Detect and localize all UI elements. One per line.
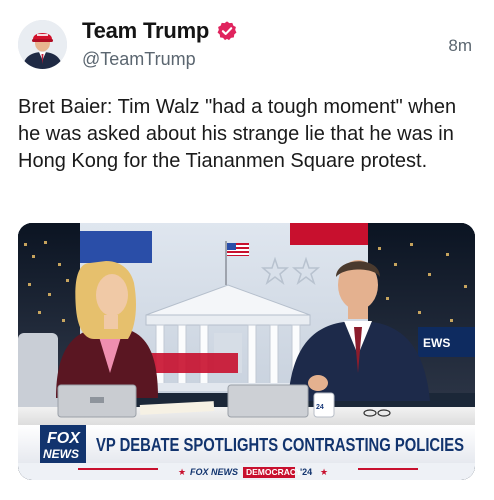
author-name[interactable]: Team Trump: [82, 18, 209, 44]
ticker-tag: DEMOCRACY: [246, 467, 302, 477]
fox-logo-top: FOX: [47, 430, 81, 447]
avatar-image: [18, 20, 67, 69]
verified-badge-icon: [217, 21, 237, 41]
fox-logo-bottom: NEWS: [43, 447, 79, 461]
mug-text: 24: [316, 404, 324, 411]
author-block: Team Trump @TeamTrump: [82, 18, 238, 70]
avatar[interactable]: [18, 20, 67, 69]
ticker-brand: FOX NEWS: [190, 467, 238, 477]
ticker-star-right: ★: [320, 467, 328, 477]
headline: VP DEBATE SPOTLIGHTS CONTRASTING POLICIE…: [96, 434, 464, 455]
ticker-star-left: ★: [178, 467, 186, 477]
ticker-year: '24: [300, 467, 312, 477]
author-handle[interactable]: @TeamTrump: [82, 49, 238, 70]
side-screen-text: EWS: [423, 336, 450, 350]
post-card[interactable]: Team Trump @TeamTrump 8m Bret Baier: Tim…: [0, 0, 494, 500]
video-thumbnail[interactable]: EWS 24 FOX NEWS VP DEBATE SPOTLIGHTS CON…: [18, 223, 475, 480]
post-timestamp[interactable]: 8m: [448, 36, 472, 56]
post-text: Bret Baier: Tim Walz "had a tough moment…: [18, 96, 457, 172]
video-frame: EWS 24 FOX NEWS VP DEBATE SPOTLIGHTS CON…: [18, 223, 475, 480]
